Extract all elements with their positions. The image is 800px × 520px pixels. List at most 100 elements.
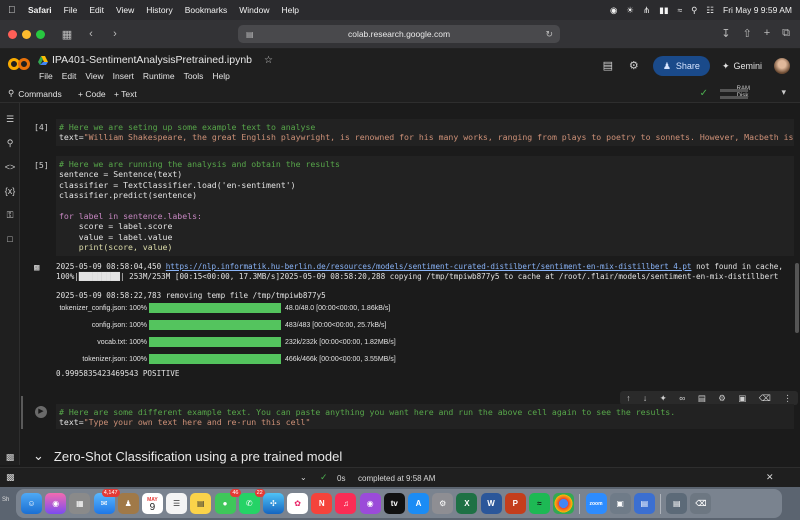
colab-menu-help[interactable]: Help <box>212 71 229 81</box>
cell5-code-editor[interactable]: # Here we are running the analysis and o… <box>56 156 794 256</box>
mail-icon[interactable]: ✉ 4,147 <box>93 489 120 514</box>
launchpad-icon[interactable]: ▦ <box>69 493 91 514</box>
zoom-icon[interactable]: zoom <box>585 493 607 514</box>
wifi-icon[interactable]: ≈ <box>678 5 683 15</box>
app-store-icon[interactable]: A <box>408 493 429 514</box>
section-heading[interactable]: ⌄ Zero-Shot Classification using a pre t… <box>33 448 342 464</box>
brightness-icon[interactable]: ☀ <box>626 5 634 16</box>
whatsapp-icon[interactable]: ✆ 22 <box>238 489 265 514</box>
menu-bookmarks[interactable]: Bookmarks <box>185 5 228 15</box>
settings-gear-icon[interactable]: ⚙ <box>627 59 641 73</box>
reload-icon[interactable]: ↻ <box>545 29 553 40</box>
download-stat: 232k/232k [00:00<00:00, 1.82MB/s] <box>285 338 396 346</box>
commands-button[interactable]: ⚲ Commands <box>8 88 62 99</box>
variables-icon[interactable]: {x} <box>4 185 16 197</box>
calendar-icon[interactable]: MAY 9 <box>141 493 163 514</box>
downloads-icon[interactable]: ↧ <box>721 27 730 40</box>
tab-overview-icon[interactable]: ⧉ <box>782 27 790 40</box>
apple-tv-icon[interactable]: tv <box>383 493 405 514</box>
messages-icon[interactable]: ● 46 <box>214 489 241 514</box>
colab-menu-view[interactable]: View <box>85 71 103 81</box>
code-snippets-icon[interactable]: <> <box>4 161 16 173</box>
table-of-contents-icon[interactable]: ☰ <box>4 113 16 125</box>
status-close-icon[interactable]: ✕ <box>766 472 774 483</box>
share-button[interactable]: ♟ Share <box>652 56 710 76</box>
menu-window[interactable]: Window <box>239 5 269 15</box>
address-bar[interactable]: ▤ colab.research.google.com ↻ <box>238 25 560 43</box>
sidebar-toggle-icon[interactable]: ▦ <box>60 28 74 41</box>
window-close-button[interactable] <box>8 29 17 39</box>
comments-icon[interactable]: ▤ <box>601 59 615 73</box>
menu-edit[interactable]: Edit <box>89 5 104 15</box>
colab-logo-icon[interactable] <box>8 57 30 71</box>
output-menu-icon[interactable]: ▩ <box>34 263 39 273</box>
run-cell-button[interactable]: ▶ <box>35 406 47 418</box>
gemini-button[interactable]: ✦ Gemini <box>722 61 762 72</box>
menu-help[interactable]: Help <box>281 5 298 15</box>
status-terminal-icon[interactable]: ▩ <box>6 472 15 483</box>
bluetooth-icon[interactable]: ⋔ <box>643 5 650 16</box>
system-settings-icon[interactable]: ⚙ <box>432 493 454 514</box>
star-icon[interactable]: ☆ <box>264 55 273 66</box>
safari-icon[interactable]: ✣ <box>262 493 284 514</box>
spotify-icon[interactable]: ≈ <box>528 493 550 514</box>
colab-menu-insert[interactable]: Insert <box>113 71 134 81</box>
runtime-dropdown-icon[interactable]: ▾ <box>781 87 786 98</box>
log2-text: 100%|█████████| 253M/253M [00:15<00:00, … <box>56 272 779 281</box>
output-scrollbar[interactable] <box>795 263 799 333</box>
finder-icon[interactable]: ☺ <box>21 493 42 514</box>
siri-icon[interactable]: ◉ <box>45 493 67 514</box>
cell6-code-editor[interactable]: # Here are some different example text. … <box>56 404 794 429</box>
files-folder-icon[interactable]: □ <box>4 233 16 245</box>
download-label: vocab.txt: 100% <box>97 338 147 346</box>
model-url-link[interactable]: https://nlp.informatik.hu-berlin.de/reso… <box>166 262 692 271</box>
contacts-icon[interactable]: ♟ <box>117 493 139 514</box>
collapse-chevron-icon[interactable]: ⌄ <box>33 448 44 464</box>
secrets-key-icon[interactable]: ⚿ <box>4 209 16 221</box>
menu-view[interactable]: View <box>116 5 134 15</box>
downloads-folder-icon[interactable]: ▤ <box>666 493 688 514</box>
notes-icon[interactable]: ▤ <box>190 493 212 514</box>
menu-file[interactable]: File <box>64 5 78 15</box>
colab-menu-runtime[interactable]: Runtime <box>143 71 175 81</box>
podcasts-icon[interactable]: ◉ <box>359 493 381 514</box>
colab-menu-tools[interactable]: Tools <box>184 71 204 81</box>
cell4-comment: # Here we are seting up some example tex… <box>59 122 316 132</box>
new-tab-icon[interactable]: + <box>764 27 770 40</box>
battery-icon[interactable]: ▮▮ <box>659 5 668 16</box>
terminal-icon[interactable]: ▩ <box>4 451 16 463</box>
colab-menu-file[interactable]: File <box>39 71 53 81</box>
apple-icon[interactable]:  <box>8 5 18 16</box>
forward-arrow-icon[interactable]: › <box>108 28 122 40</box>
music-icon[interactable]: ♫ <box>335 493 357 514</box>
window-zoom-button[interactable] <box>36 29 45 39</box>
news-icon[interactable]: N <box>311 493 333 514</box>
menu-history[interactable]: History <box>146 5 172 15</box>
photos-icon[interactable]: ✿ <box>287 493 309 514</box>
notebook-title[interactable]: IPA401-SentimentAnalysisPretrained.ipynb <box>52 54 252 66</box>
share-icon[interactable]: ⇧ <box>742 27 751 40</box>
chrome-icon[interactable] <box>553 493 575 514</box>
screenshot-icon[interactable]: ▤ <box>633 493 655 514</box>
add-code-button[interactable]: + Code <box>78 89 106 99</box>
status-expand-icon[interactable]: ⌄ <box>300 473 307 482</box>
colab-menu-edit[interactable]: Edit <box>62 71 77 81</box>
search-replace-icon[interactable]: ⚲ <box>4 137 16 149</box>
window-minimize-button[interactable] <box>22 29 31 39</box>
add-text-button[interactable]: + Text <box>114 89 137 99</box>
menu-app-name[interactable]: Safari <box>28 5 52 15</box>
preview-icon[interactable]: ▣ <box>609 493 631 514</box>
screen-record-icon[interactable]: ◉ <box>610 5 617 16</box>
user-avatar[interactable] <box>774 58 790 74</box>
cell4-code-editor[interactable]: # Here we are seting up some example tex… <box>56 119 794 146</box>
word-icon[interactable]: W <box>480 493 502 514</box>
control-center-icon[interactable]: ☷ <box>706 5 714 16</box>
excel-icon[interactable]: X <box>456 493 478 514</box>
powerpoint-icon[interactable]: P <box>504 493 526 514</box>
back-arrow-icon[interactable]: ‹ <box>84 28 98 40</box>
page-menu-icon[interactable]: ▤ <box>246 30 254 39</box>
trash-icon[interactable]: ⌫ <box>690 493 712 514</box>
reminders-icon[interactable]: ☰ <box>166 493 188 514</box>
spotlight-search-icon[interactable]: ⚲ <box>691 5 697 16</box>
menubar-clock[interactable]: Fri May 9 9:59 AM <box>723 5 792 15</box>
